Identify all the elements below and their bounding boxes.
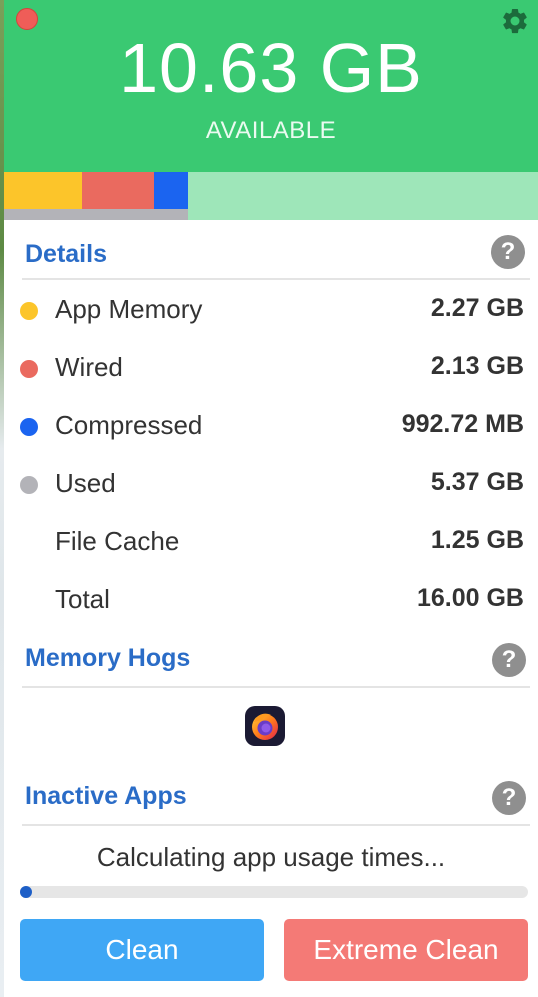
bar-segment-compressed xyxy=(154,172,188,209)
detail-label: File Cache xyxy=(55,526,180,556)
memory-hogs-help-icon[interactable]: ? xyxy=(492,643,526,677)
available-label: AVAILABLE xyxy=(205,117,337,144)
memory-hogs-title: Memory Hogs xyxy=(25,644,191,672)
detail-value: 992.72 MB xyxy=(401,410,524,438)
close-icon[interactable] xyxy=(16,8,38,30)
detail-value: 5.37 GB xyxy=(430,468,524,496)
detail-row-total: Total 16.00 GB xyxy=(4,572,538,630)
compressed-dot xyxy=(20,418,38,436)
detail-label: Wired xyxy=(55,352,123,382)
memory-cleaner-panel: 10.63 GB AVAILABLE Details ? App Memory … xyxy=(4,0,538,997)
usage-progress-fill xyxy=(20,886,32,898)
details-title: Details xyxy=(25,240,107,268)
available-memory-value: 10.63 GB xyxy=(119,29,423,107)
bar-segment-app-memory xyxy=(4,172,82,209)
usage-progress-bar xyxy=(20,886,528,898)
detail-value: 16.00 GB xyxy=(416,584,524,612)
inactive-apps-title: Inactive Apps xyxy=(25,782,187,810)
available-memory-header: 10.63 GB AVAILABLE xyxy=(4,0,538,172)
extreme-clean-button[interactable]: Extreme Clean xyxy=(284,919,528,981)
firefox-icon[interactable] xyxy=(245,706,285,746)
detail-row-file-cache: File Cache 1.25 GB xyxy=(4,514,538,572)
detail-label: App Memory xyxy=(55,294,203,324)
memory-usage-bar xyxy=(4,172,538,220)
bar-segment-wired xyxy=(82,172,154,209)
divider xyxy=(22,278,530,280)
detail-row-app-memory: App Memory 2.27 GB xyxy=(4,282,538,340)
usage-status-text: Calculating app usage times... xyxy=(96,842,446,872)
divider xyxy=(22,824,530,826)
details-help-icon[interactable]: ? xyxy=(491,235,525,269)
detail-value: 2.27 GB xyxy=(430,294,524,322)
wired-dot xyxy=(20,360,38,378)
detail-label: Compressed xyxy=(55,410,203,440)
detail-row-compressed: Compressed 992.72 MB xyxy=(4,398,538,456)
detail-value: 1.25 GB xyxy=(430,526,524,554)
bar-used-indicator xyxy=(4,209,188,220)
detail-label: Total xyxy=(55,584,110,614)
inactive-apps-help-icon[interactable]: ? xyxy=(492,781,526,815)
used-dot xyxy=(20,476,38,494)
divider xyxy=(22,686,530,688)
detail-row-used: Used 5.37 GB xyxy=(4,456,538,514)
clean-button[interactable]: Clean xyxy=(20,919,264,981)
detail-label: Used xyxy=(55,468,116,498)
detail-value: 2.13 GB xyxy=(430,352,524,380)
detail-row-wired: Wired 2.13 GB xyxy=(4,340,538,398)
app-memory-dot xyxy=(20,302,38,320)
